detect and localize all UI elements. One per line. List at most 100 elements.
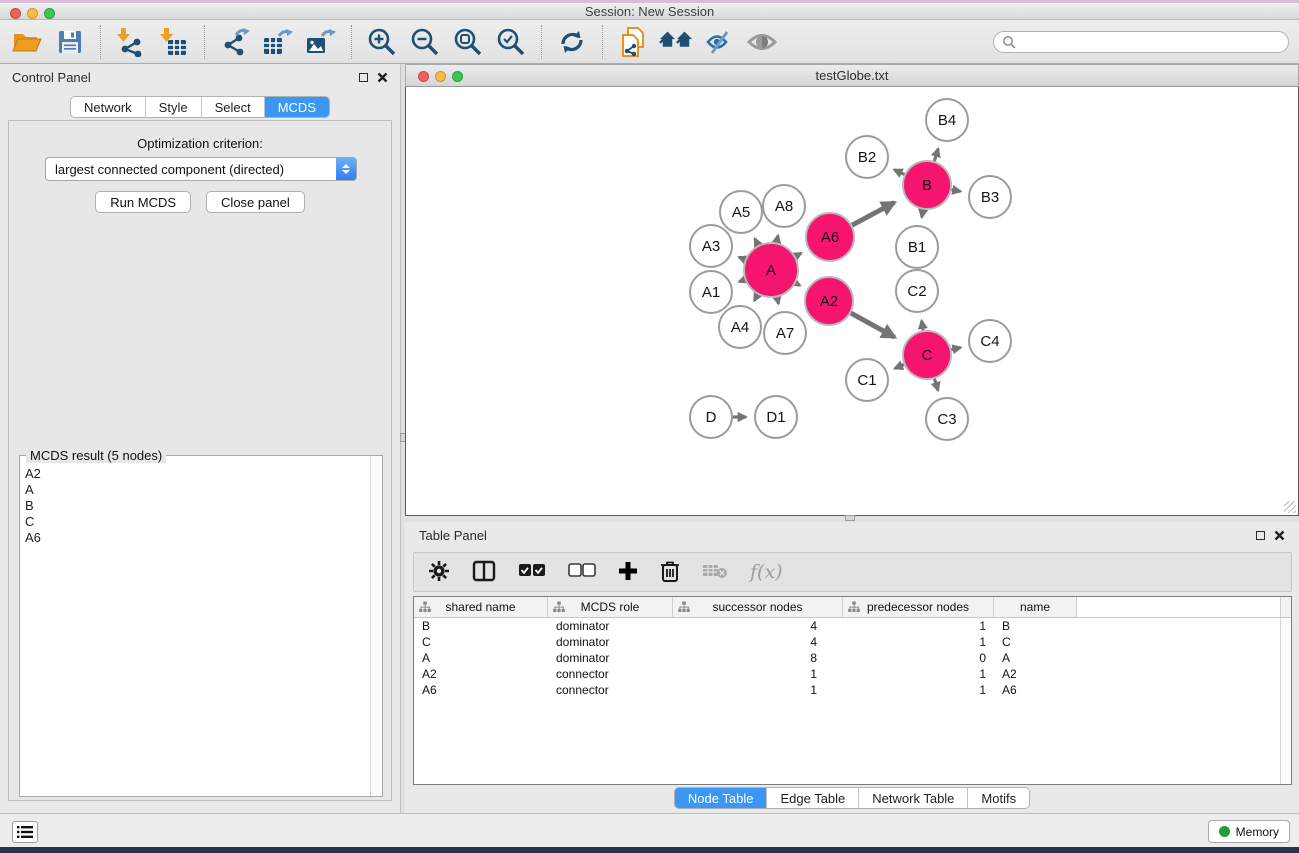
import-network-icon[interactable] [114, 25, 148, 59]
tab-mcds[interactable]: MCDS [264, 97, 329, 117]
table-scrollbar[interactable] [1280, 618, 1291, 784]
result-scrollbar[interactable] [370, 456, 382, 796]
edge-A-A1[interactable] [739, 280, 745, 282]
graph-node-B1[interactable]: B1 [896, 226, 938, 268]
result-item[interactable]: A2 [21, 466, 369, 482]
edge-A-A5[interactable] [755, 239, 758, 245]
result-item[interactable]: C [21, 514, 369, 530]
horizontal-splitter-handle[interactable] [845, 515, 855, 521]
edge-B-B2[interactable] [894, 170, 904, 175]
edge-B-B3[interactable] [952, 190, 961, 192]
minimize-window-button[interactable] [27, 8, 38, 19]
network-canvas[interactable]: B4B2BB3A5A8A6A3B1AA1C2A2A4A7CC4C1C3DD1 [405, 87, 1299, 516]
home-icon[interactable] [659, 25, 693, 59]
float-panel-icon[interactable] [359, 73, 368, 82]
graph-node-B2[interactable]: B2 [846, 136, 888, 178]
graph-node-C4[interactable]: C4 [969, 320, 1011, 362]
graph-node-A1[interactable]: A1 [690, 271, 732, 313]
split-table-icon[interactable] [472, 560, 496, 585]
network-window-titlebar[interactable]: testGlobe.txt [405, 64, 1299, 87]
graph-node-D[interactable]: D [690, 396, 732, 438]
graph-node-D1[interactable]: D1 [755, 396, 797, 438]
column-header-predecessor-nodes[interactable]: predecessor nodes [843, 597, 994, 617]
close-panel-button[interactable]: Close panel [206, 191, 305, 213]
graph-node-C1[interactable]: C1 [846, 359, 888, 401]
table-row[interactable]: Cdominator41C [414, 634, 1291, 650]
edge-A2-C[interactable] [851, 313, 895, 337]
deselect-all-columns-icon[interactable] [568, 563, 596, 581]
result-item[interactable]: A6 [21, 530, 369, 546]
graph-node-A8[interactable]: A8 [763, 185, 805, 227]
tab-edge-table[interactable]: Edge Table [766, 788, 858, 808]
table-row[interactable]: Adominator80A [414, 650, 1291, 666]
tab-style[interactable]: Style [145, 97, 201, 117]
result-item[interactable]: B [21, 498, 369, 514]
edge-B-B1[interactable] [922, 210, 923, 218]
table-settings-icon[interactable] [428, 560, 450, 585]
select-all-columns-icon[interactable] [518, 563, 546, 581]
edge-A-A6[interactable] [795, 253, 801, 256]
column-header-name[interactable]: name [994, 597, 1077, 617]
tab-motifs[interactable]: Motifs [967, 788, 1029, 808]
export-network-icon[interactable] [218, 25, 252, 59]
edge-C-C2[interactable] [922, 321, 924, 331]
table-row[interactable]: A6connector11A6 [414, 682, 1291, 698]
graph-node-C2[interactable]: C2 [896, 270, 938, 312]
close-panel-icon[interactable] [377, 72, 388, 83]
optimization-dropdown[interactable]: largest connected component (directed) [45, 157, 357, 181]
edge-A-A3[interactable] [739, 257, 745, 259]
graph-node-B4[interactable]: B4 [926, 99, 968, 141]
zoom-view-button[interactable] [452, 71, 463, 82]
edge-A-A7[interactable] [777, 297, 778, 303]
close-table-panel-icon[interactable] [1274, 530, 1285, 541]
edge-B-B4[interactable] [934, 149, 938, 161]
float-table-panel-icon[interactable] [1256, 531, 1265, 540]
graph-node-C[interactable]: C [903, 331, 951, 379]
graph-node-B3[interactable]: B3 [969, 176, 1011, 218]
graph-node-A2[interactable]: A2 [805, 277, 853, 325]
graph-node-A5[interactable]: A5 [720, 191, 762, 233]
close-window-button[interactable] [10, 8, 21, 19]
zoom-out-icon[interactable] [408, 25, 442, 59]
graph-node-B[interactable]: B [903, 161, 951, 209]
minimize-view-button[interactable] [435, 71, 446, 82]
zoom-in-icon[interactable] [365, 25, 399, 59]
table-row[interactable]: Bdominator41B [414, 618, 1291, 634]
graph-node-C3[interactable]: C3 [926, 398, 968, 440]
graph-node-A4[interactable]: A4 [719, 306, 761, 348]
zoom-fit-icon[interactable] [451, 25, 485, 59]
refresh-icon[interactable] [555, 25, 589, 59]
tab-network-table[interactable]: Network Table [858, 788, 967, 808]
edge-A6-B[interactable] [852, 202, 894, 225]
search-input[interactable] [1020, 35, 1280, 49]
export-table-icon[interactable] [261, 25, 295, 59]
close-view-button[interactable] [418, 71, 429, 82]
tab-select[interactable]: Select [201, 97, 264, 117]
edge-C-C1[interactable] [895, 365, 904, 369]
zoom-selected-icon[interactable] [494, 25, 528, 59]
zoom-window-button[interactable] [44, 8, 55, 19]
search-field[interactable] [993, 31, 1289, 53]
export-image-icon[interactable] [304, 25, 338, 59]
column-header-successor-nodes[interactable]: successor nodes [673, 597, 843, 617]
edge-A-A4[interactable] [754, 295, 757, 301]
delete-column-icon[interactable] [660, 560, 680, 585]
result-item[interactable]: A [21, 482, 369, 498]
edge-A-A2[interactable] [796, 283, 800, 285]
table-row[interactable]: A2connector11A2 [414, 666, 1291, 682]
edge-C-C4[interactable] [951, 348, 960, 350]
open-file-icon[interactable] [10, 25, 44, 59]
task-history-button[interactable] [12, 821, 38, 843]
graph-node-A6[interactable]: A6 [806, 213, 854, 261]
import-table-icon[interactable] [157, 25, 191, 59]
tab-node-table[interactable]: Node Table [675, 788, 767, 808]
edge-A-A8[interactable] [777, 235, 778, 242]
memory-button[interactable]: Memory [1208, 820, 1290, 843]
graph-node-A7[interactable]: A7 [764, 312, 806, 354]
resize-grip-icon[interactable] [1284, 501, 1296, 513]
add-column-icon[interactable] [618, 561, 638, 584]
save-session-icon[interactable] [53, 25, 87, 59]
run-mcds-button[interactable]: Run MCDS [95, 191, 191, 213]
edge-C-C3[interactable] [934, 379, 938, 391]
show-panels-icon[interactable] [745, 25, 779, 59]
